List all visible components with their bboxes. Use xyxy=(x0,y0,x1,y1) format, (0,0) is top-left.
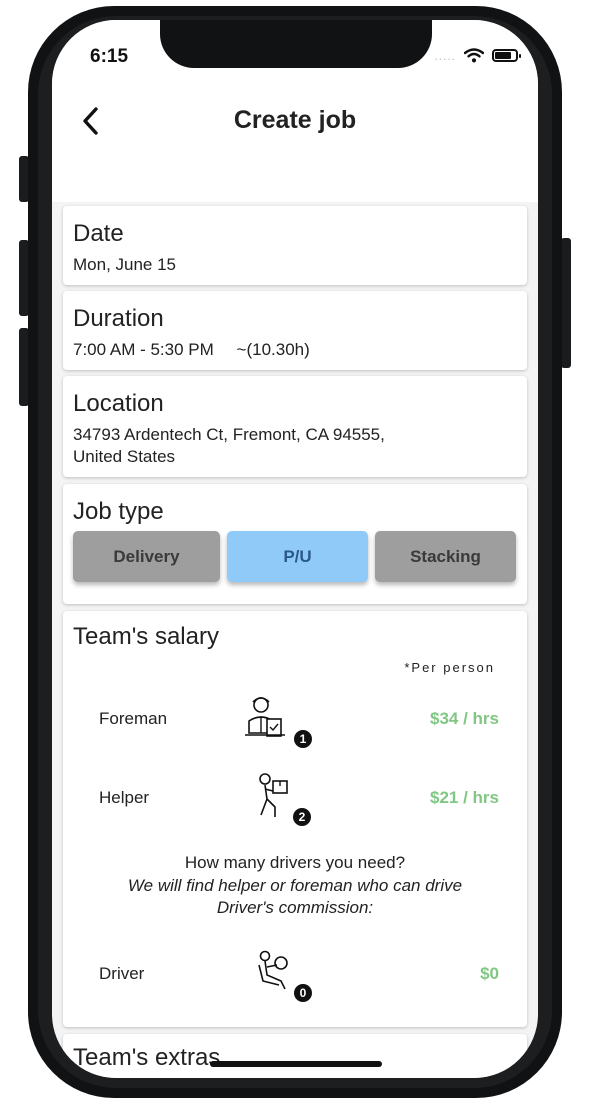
driver-rate: $0 xyxy=(480,964,499,983)
home-indicator[interactable] xyxy=(210,1061,382,1067)
status-time: 6:15 xyxy=(90,46,129,67)
drivers-note: We will find helper or foreman who can d… xyxy=(127,876,463,895)
job-type-pu-button[interactable]: P/U xyxy=(227,531,368,582)
job-type-delivery-button[interactable]: Delivery xyxy=(73,531,220,582)
date-label: Date xyxy=(73,220,124,247)
job-type-stacking-button[interactable]: Stacking xyxy=(375,531,516,582)
driver-illustration xyxy=(258,950,288,990)
helper-count-badge: 2 xyxy=(293,808,311,826)
drivers-commission-label: Driver's commission: xyxy=(216,898,374,917)
driver-count-badge: 0 xyxy=(294,984,312,1002)
foreman-label: Foreman xyxy=(99,709,168,728)
location-card[interactable]: Location 34793 Ardentech Ct, Fremont, CA… xyxy=(63,376,527,477)
duration-label: Duration xyxy=(73,305,164,332)
duration-hours: ~(10.30h) xyxy=(236,340,310,359)
foreman-illustration xyxy=(245,697,285,737)
team-extras-card: Team's extras xyxy=(63,1034,527,1078)
location-label: Location xyxy=(73,390,164,417)
job-type-label: Job type xyxy=(73,498,164,525)
foreman-rate: $34 / hrs xyxy=(430,709,499,728)
camera-notch xyxy=(160,20,432,68)
power-button xyxy=(561,238,571,368)
duration-card[interactable]: Duration 7:00 AM - 5:30 PM ~(10.30h) xyxy=(63,291,527,370)
duration-time-range: 7:00 AM - 5:30 PM xyxy=(73,340,214,359)
battery-icon xyxy=(492,49,521,62)
phone-screen: Create job 6:15 ..... Date Mon, June 15 … xyxy=(52,20,538,1078)
drivers-question: How many drivers you need? xyxy=(184,853,406,872)
helper-label: Helper xyxy=(99,788,150,807)
date-card[interactable]: Date Mon, June 15 xyxy=(63,206,527,285)
location-address-line1: 34793 Ardentech Ct, Fremont, CA 94555, xyxy=(73,425,385,444)
foreman-count-badge: 1 xyxy=(294,730,312,748)
status-icons: ..... xyxy=(434,48,521,63)
cellular-signal-icon: ..... xyxy=(434,48,456,63)
duration-value: 7:00 AM - 5:30 PM ~(10.30h) xyxy=(73,339,310,361)
team-salary-card: Team's salary *Per person Foreman 1 $34 … xyxy=(63,611,527,1027)
wifi-icon xyxy=(464,48,484,63)
team-extras-label: Team's extras xyxy=(73,1044,221,1071)
helper-rate: $21 / hrs xyxy=(430,788,499,807)
driver-label: Driver xyxy=(99,964,145,983)
location-address-line2: United States xyxy=(73,447,176,466)
page-title: Create job xyxy=(233,106,357,134)
helper-illustration xyxy=(259,773,288,817)
date-value: Mon, June 15 xyxy=(73,255,177,274)
team-salary-label: Team's salary xyxy=(73,623,219,650)
per-person-note: *Per person xyxy=(404,660,495,675)
